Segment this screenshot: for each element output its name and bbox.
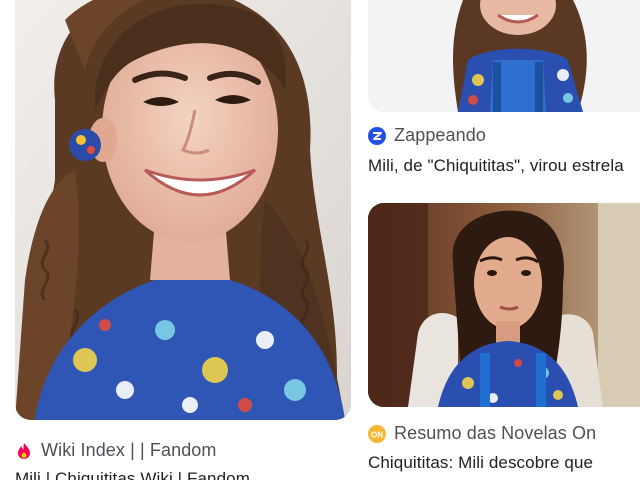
result-image-mili-zappeando[interactable] <box>368 0 640 112</box>
result-card-resumo-novelas[interactable]: ON Resumo das Novelas On Chiquititas: Mi… <box>360 190 640 480</box>
svg-text:ON: ON <box>371 430 383 439</box>
result-image-mili-portrait[interactable] <box>15 0 351 420</box>
result-image-mili-novela[interactable] <box>368 203 640 407</box>
fandom-flame-icon <box>15 442 33 460</box>
result-card-wiki-index[interactable]: Wiki Index | | Fandom Mili | Chiquititas… <box>0 0 360 480</box>
on-logo-icon: ON <box>368 424 386 443</box>
result-title[interactable]: Mili, de "Chiquititas", virou estrela <box>368 156 640 176</box>
result-source-row[interactable]: Wiki Index | | Fandom <box>15 440 217 461</box>
result-source-row[interactable]: ON Resumo das Novelas On <box>368 423 596 444</box>
result-source-name: Zappeando <box>394 125 486 145</box>
portrait-illustration <box>15 0 351 420</box>
image-results-grid: Wiki Index | | Fandom Mili | Chiquititas… <box>0 0 640 480</box>
result-title[interactable]: Mili | Chiquititas Wiki | Fandom <box>15 469 355 480</box>
result-source-row[interactable]: Zappeando <box>368 125 486 146</box>
zappeando-photo-illustration <box>368 0 640 112</box>
result-source-name: Resumo das Novelas On <box>394 423 597 443</box>
zappeando-logo-icon <box>368 126 386 145</box>
result-title[interactable]: Chiquititas: Mili descobre que <box>368 453 640 473</box>
result-card-zappeando[interactable]: Zappeando Mili, de "Chiquititas", virou … <box>360 0 640 190</box>
novela-still-illustration <box>368 203 640 407</box>
result-source-name: Wiki Index | | Fandom <box>41 440 217 460</box>
